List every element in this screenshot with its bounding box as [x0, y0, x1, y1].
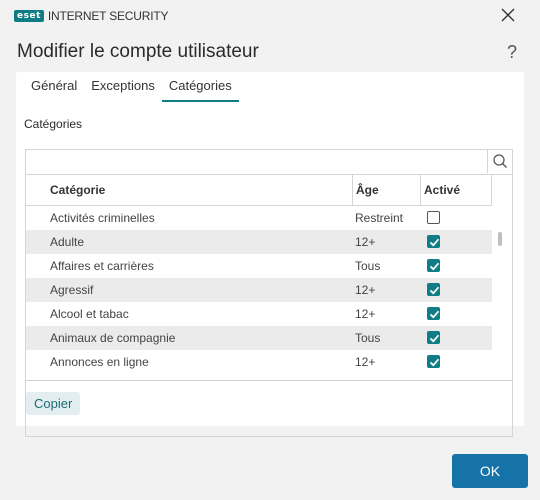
category-name: Alcool et tabac: [50, 307, 129, 321]
tab-categories[interactable]: Catégories: [161, 78, 239, 102]
tab-general[interactable]: Général: [24, 78, 84, 100]
category-name: Agressif: [50, 283, 94, 297]
table-header: Catégorie Âge Activé: [26, 175, 492, 206]
table-body: Activités criminelles Restreint Adulte 1…: [26, 206, 492, 436]
table-row[interactable]: Activités criminelles Restreint: [26, 206, 492, 230]
header-category[interactable]: Catégorie: [50, 175, 105, 205]
table-row[interactable]: Affaires et carrières Tous: [26, 254, 492, 278]
category-age: 12+: [355, 283, 376, 297]
brand-name: INTERNET SECURITY: [47, 8, 169, 23]
dialog-title: Modifier le compte utilisateur: [17, 41, 259, 62]
active-checkbox[interactable]: [427, 211, 440, 224]
divider: [25, 380, 513, 381]
title-bar: eset INTERNET SECURITY: [0, 0, 540, 32]
column-divider: [420, 175, 421, 205]
brand-badge: eset: [14, 9, 44, 22]
table-row[interactable]: Alcool et tabac 12+: [26, 302, 492, 326]
category-name: Activités criminelles: [50, 211, 155, 225]
settings-panel: Général Exceptions Catégories Catégories…: [16, 72, 524, 437]
category-age: Tous: [355, 259, 381, 273]
active-checkbox[interactable]: [427, 307, 440, 320]
search-input[interactable]: [26, 150, 488, 173]
active-checkbox[interactable]: [427, 331, 440, 344]
category-age: Restreint: [355, 211, 404, 225]
category-age: 12+: [355, 355, 376, 369]
search-icon[interactable]: [487, 150, 512, 173]
tab-exceptions[interactable]: Exceptions: [84, 78, 162, 100]
app-logo: eset INTERNET SECURITY: [14, 8, 169, 23]
active-checkbox[interactable]: [427, 283, 440, 296]
category-age: 12+: [355, 307, 376, 321]
active-checkbox[interactable]: [427, 355, 440, 368]
help-icon[interactable]: ?: [507, 42, 517, 63]
category-age: Tous: [355, 331, 381, 345]
scrollbar-thumb[interactable]: [498, 232, 502, 246]
active-checkbox[interactable]: [427, 259, 440, 272]
search-row: [26, 150, 512, 175]
table-row[interactable]: Agressif 12+: [26, 278, 492, 302]
category-name: Adulte: [50, 235, 85, 249]
category-age: 12+: [355, 235, 376, 249]
copy-button[interactable]: Copier: [26, 392, 81, 415]
header-age[interactable]: Âge: [356, 175, 379, 205]
category-name: Affaires et carrières: [50, 259, 154, 273]
active-checkbox[interactable]: [427, 235, 440, 248]
categories-grid: Catégorie Âge Activé Activités criminell…: [25, 149, 513, 437]
table-row[interactable]: Adulte 12+: [26, 230, 492, 254]
column-divider: [491, 175, 492, 205]
close-icon[interactable]: [500, 7, 516, 23]
table-row[interactable]: Annonces en ligne 12+: [26, 350, 492, 374]
column-divider: [352, 175, 353, 205]
tab-bar: Général Exceptions Catégories: [24, 78, 239, 102]
ok-button[interactable]: OK: [452, 454, 528, 488]
section-label: Catégories: [24, 117, 83, 131]
category-name: Animaux de compagnie: [50, 331, 176, 345]
header-active[interactable]: Activé: [424, 175, 460, 205]
category-name: Annonces en ligne: [50, 355, 149, 369]
table-row[interactable]: Animaux de compagnie Tous: [26, 326, 492, 350]
